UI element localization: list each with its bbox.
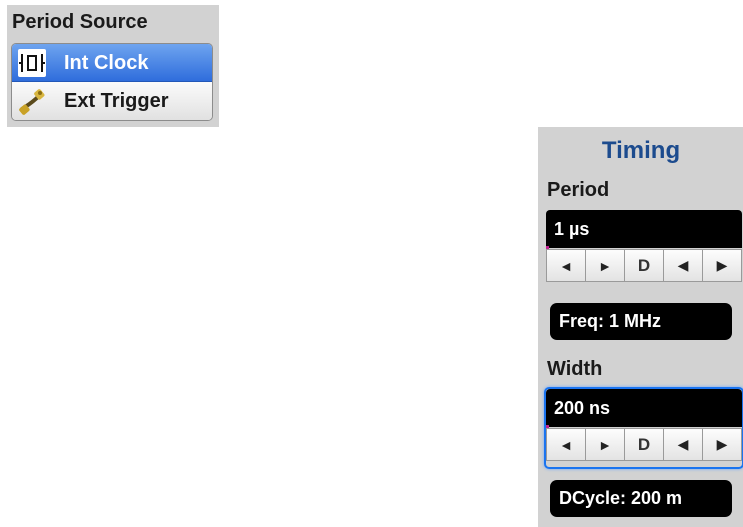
period-cursor-right-button[interactable]: ► bbox=[586, 250, 625, 281]
ext-trigger-label: Ext Trigger bbox=[64, 90, 169, 112]
period-source-title: Period Source bbox=[12, 11, 148, 33]
period-stepper: ◄ ► D ◀ ▶ bbox=[546, 249, 742, 282]
period-default-button[interactable]: D bbox=[625, 250, 664, 281]
width-increment-button[interactable]: ▶ bbox=[703, 429, 741, 460]
width-decrement-button[interactable]: ◀ bbox=[664, 429, 703, 460]
period-decrement-button[interactable]: ◀ bbox=[664, 250, 703, 281]
width-stepper: ◄ ► D ◀ ▶ bbox=[546, 428, 742, 461]
timing-title: Timing bbox=[601, 137, 681, 164]
period-label: Period bbox=[547, 179, 610, 201]
timing-panel: Timing Period 1 µs ◄ ► D ◀ ▶ Freq: 1 MHz… bbox=[538, 127, 743, 527]
clock-signal-icon bbox=[18, 49, 46, 77]
period-increment-button[interactable]: ▶ bbox=[703, 250, 741, 281]
width-cursor-left-button[interactable]: ◄ bbox=[547, 429, 586, 460]
period-value[interactable]: 1 µs bbox=[546, 210, 742, 248]
width-label: Width bbox=[547, 358, 603, 380]
duty-cycle-readout: DCycle: 200 m bbox=[550, 480, 732, 517]
period-cursor-left-button[interactable]: ◄ bbox=[547, 250, 586, 281]
frequency-readout: Freq: 1 MHz bbox=[550, 303, 732, 340]
trigger-cable-icon bbox=[19, 89, 45, 115]
ext-trigger-option[interactable]: Ext Trigger bbox=[12, 82, 212, 120]
period-source-panel: Period Source Int Clock Ext Trigger bbox=[7, 5, 219, 127]
int-clock-option[interactable]: Int Clock bbox=[12, 44, 212, 82]
period-field: 1 µs ◄ ► D ◀ ▶ bbox=[546, 210, 742, 290]
int-clock-label: Int Clock bbox=[64, 52, 149, 74]
width-cursor-right-button[interactable]: ► bbox=[586, 429, 625, 460]
width-default-button[interactable]: D bbox=[625, 429, 664, 460]
width-value[interactable]: 200 ns bbox=[546, 389, 742, 427]
width-field: 200 ns ◄ ► D ◀ ▶ bbox=[544, 387, 743, 469]
period-source-options: Int Clock Ext Trigger bbox=[11, 43, 213, 121]
